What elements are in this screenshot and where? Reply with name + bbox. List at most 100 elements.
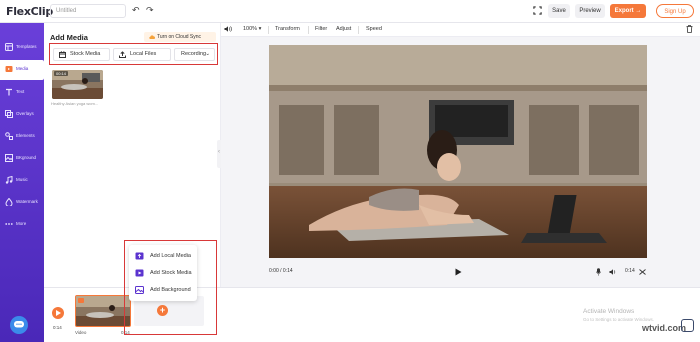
sidebar-item-label: Media xyxy=(16,66,29,71)
yoga-scene-image xyxy=(269,45,647,258)
sidebar-item-label: Elements xyxy=(16,133,35,138)
player-current-time: 0:00 / 0:14 xyxy=(269,268,293,274)
tab-label: Local Files xyxy=(130,51,157,57)
sidebar-item-label: Templates xyxy=(16,44,37,49)
adjust-button[interactable]: Adjust xyxy=(336,26,351,32)
sidebar-item-label: More xyxy=(16,221,27,226)
sidebar-item-label: Watermark xyxy=(16,199,38,204)
activate-windows-title: Activate Windows xyxy=(583,308,635,315)
local-media-icon xyxy=(135,252,144,260)
menu-item-add-stock-media[interactable]: Add Stock Media xyxy=(133,266,195,280)
tab-local-files[interactable]: Local Files xyxy=(113,48,171,61)
project-title-input[interactable]: Untitled xyxy=(50,4,126,18)
speed-button[interactable]: Speed xyxy=(366,26,382,32)
microphone-icon[interactable] xyxy=(596,268,601,276)
sidebar-item-label: Overlays xyxy=(16,111,34,116)
timeline-play-button[interactable] xyxy=(52,307,64,319)
sidebar-item-more[interactable]: More xyxy=(0,215,44,235)
stock-media-icon xyxy=(135,269,144,277)
chat-icon[interactable] xyxy=(681,319,694,332)
fullscreen-icon[interactable] xyxy=(533,6,542,15)
menu-item-label: Add Stock Media xyxy=(150,270,192,276)
sidebar-item-music[interactable]: Music xyxy=(0,171,44,191)
thumbnail-caption: Healthy Asian yoga wom... xyxy=(51,101,99,106)
cloud-icon xyxy=(149,35,155,40)
add-media-plus-button[interactable]: + xyxy=(157,305,168,316)
upload-icon xyxy=(119,51,126,58)
background-icon xyxy=(5,154,13,162)
sidebar-item-text[interactable]: Text xyxy=(0,83,44,103)
clip-thumbnail-image xyxy=(76,296,130,326)
chevron-left-icon: ‹ xyxy=(218,149,220,155)
menu-item-add-background[interactable]: Add Background xyxy=(133,283,195,297)
export-button[interactable]: Export → xyxy=(610,4,646,18)
divider xyxy=(308,26,309,34)
sidebar: Templates Media Text Overlays Elements B… xyxy=(0,23,44,342)
video-preview[interactable] xyxy=(269,45,647,258)
undo-icon[interactable]: ↶ xyxy=(132,5,140,16)
sidebar-item-background[interactable]: BKground xyxy=(0,149,44,169)
templates-icon xyxy=(5,43,13,51)
player-duration: 0:14 xyxy=(625,268,635,274)
panel-title: Add Media xyxy=(50,33,88,42)
clip-tag-icon xyxy=(78,298,84,303)
sidebar-item-templates[interactable]: Templates xyxy=(0,38,44,58)
redo-icon[interactable]: ↷ xyxy=(146,5,154,16)
site-watermark: wtvid.com xyxy=(642,323,687,333)
volume-icon[interactable] xyxy=(224,25,232,33)
sidebar-item-overlays[interactable]: Overlays xyxy=(0,105,44,125)
activate-windows-subtitle: Go to Settings to activate Windows. xyxy=(583,317,655,322)
menu-item-label: Add Background xyxy=(150,287,191,293)
clip-label: Video xyxy=(75,330,87,335)
chevron-down-icon: ⌄ xyxy=(205,51,210,57)
player-controls: 0:00 / 0:14 0:14 xyxy=(269,265,647,279)
thumbnail-duration: 00:14 xyxy=(54,71,69,76)
sidebar-item-label: Text xyxy=(16,89,25,94)
top-bar: FlexClip Untitled ↶ ↷ Save Preview Expor… xyxy=(0,0,700,23)
filter-button[interactable]: Filter xyxy=(315,26,327,32)
tab-label: Recording xyxy=(181,51,207,57)
play-icon[interactable] xyxy=(455,268,462,276)
zoom-select[interactable]: 100% ▾ xyxy=(243,26,261,32)
add-media-menu: Add Local Media Add Stock Media Add Back… xyxy=(129,245,197,301)
signup-button[interactable]: Sign Up xyxy=(656,4,694,18)
preview-button[interactable]: Preview xyxy=(575,4,605,18)
stock-media-icon xyxy=(59,51,66,58)
sidebar-item-label: Music xyxy=(16,177,28,182)
menu-item-label: Add Local Media xyxy=(150,253,191,259)
editor-toolbar: 100% ▾ Transform Filter Adjust Speed xyxy=(221,23,700,37)
timeline-clip[interactable] xyxy=(75,295,131,327)
play-icon xyxy=(56,310,61,316)
cloud-sync-button[interactable]: Turn on Cloud Sync xyxy=(144,32,216,42)
trash-icon[interactable] xyxy=(686,25,693,33)
menu-item-add-local-media[interactable]: Add Local Media xyxy=(133,249,195,263)
save-button[interactable]: Save xyxy=(548,4,570,18)
background-icon xyxy=(135,286,144,294)
divider xyxy=(268,26,269,34)
tab-stock-media[interactable]: Stock Media xyxy=(53,48,110,61)
sidebar-item-elements[interactable]: Elements xyxy=(0,127,44,147)
highlight-box-tabs: Stock Media Local Files Recording ⌄ xyxy=(49,43,218,65)
media-thumbnail[interactable]: 00:14 xyxy=(52,70,103,99)
sidebar-item-label: BKground xyxy=(16,155,37,160)
cloud-sync-label: Turn on Cloud Sync xyxy=(157,34,202,40)
sidebar-item-media[interactable]: Media xyxy=(0,60,44,80)
tab-label: Stock Media xyxy=(70,51,101,57)
sidebar-item-watermark[interactable]: Watermark xyxy=(0,193,44,213)
shuffle-icon[interactable] xyxy=(639,268,646,276)
chat-support-button[interactable] xyxy=(10,316,28,334)
elements-icon xyxy=(5,132,13,140)
tab-recording[interactable]: Recording ⌄ xyxy=(174,48,215,61)
export-label: Export xyxy=(614,8,634,14)
more-icon xyxy=(5,223,13,225)
watermark-icon xyxy=(5,198,13,206)
app-logo[interactable]: FlexClip xyxy=(6,5,53,18)
transform-button[interactable]: Transform xyxy=(275,26,300,32)
volume-icon[interactable] xyxy=(609,268,617,276)
text-icon xyxy=(6,88,12,96)
divider xyxy=(358,26,359,34)
timeline-time: 0:14 xyxy=(53,325,62,330)
media-icon xyxy=(5,66,13,72)
music-icon xyxy=(5,176,13,184)
overlays-icon xyxy=(5,110,13,118)
